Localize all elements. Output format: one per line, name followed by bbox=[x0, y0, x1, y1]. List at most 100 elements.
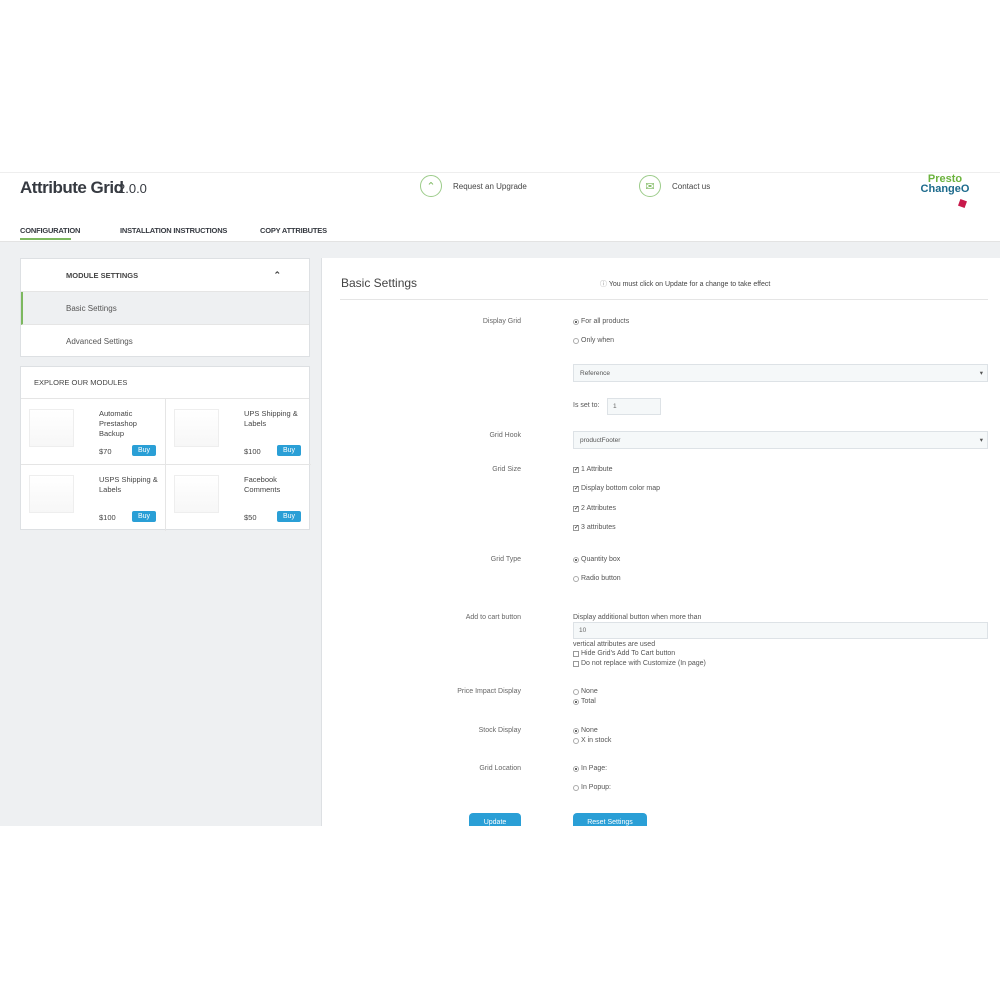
grid-size-checkbox[interactable]: ✓ Display bottom color map bbox=[573, 485, 660, 492]
checkbox-icon[interactable]: ✓ bbox=[573, 466, 579, 473]
add-to-cart-after-text: vertical attributes are used bbox=[573, 641, 656, 648]
buy-button[interactable]: Buy bbox=[277, 511, 301, 522]
condition-field-select[interactable]: Reference ▾ bbox=[573, 364, 988, 382]
tab-configuration[interactable]: CONFIGURATION bbox=[20, 226, 80, 235]
sidebar-item-basic-settings[interactable]: Basic Settings bbox=[21, 292, 309, 325]
divider bbox=[340, 299, 988, 300]
stock-display-radio[interactable]: X in stock bbox=[573, 737, 611, 744]
notice-text: You must click on Update for a change to… bbox=[608, 281, 771, 288]
presto-changeo-logo: Presto ChangeO bbox=[918, 174, 972, 208]
module-card[interactable]: Automatic Prestashop Backup $70 Buy bbox=[21, 399, 166, 465]
checkbox-icon[interactable]: ✓ bbox=[573, 505, 579, 512]
is-set-to-input[interactable]: 1 bbox=[607, 398, 661, 415]
grid-type-radio[interactable]: Radio button bbox=[573, 575, 621, 582]
option-label: In Popup: bbox=[581, 784, 611, 791]
option-label: Total bbox=[581, 698, 596, 705]
sidebar-item-label: Advanced Settings bbox=[66, 337, 133, 346]
grid-location-radio[interactable]: In Page: bbox=[573, 765, 607, 772]
grid-size-label: Grid Size bbox=[492, 466, 521, 473]
option-label: For all products bbox=[581, 318, 630, 325]
add-to-cart-checkbox[interactable]: Hide Grid's Add To Cart button bbox=[573, 650, 675, 657]
radio-icon[interactable] bbox=[573, 737, 579, 744]
module-settings-title: MODULE SETTINGS bbox=[66, 270, 139, 280]
add-to-cart-label: Add to cart button bbox=[465, 614, 521, 621]
display-grid-radio[interactable]: Only when bbox=[573, 337, 614, 344]
radio-icon[interactable] bbox=[573, 688, 579, 695]
reset-settings-button[interactable]: Reset Settings bbox=[573, 813, 647, 826]
radio-icon[interactable] bbox=[573, 765, 579, 772]
option-label: In Page: bbox=[581, 765, 608, 772]
module-price: $70 bbox=[99, 447, 112, 456]
checkbox-icon[interactable] bbox=[573, 650, 579, 657]
buy-button[interactable]: Buy bbox=[132, 445, 156, 456]
option-label: Radio button bbox=[581, 575, 621, 582]
grid-size-checkbox[interactable]: ✓ 2 Attributes bbox=[573, 505, 616, 512]
vertical-attributes-threshold-input[interactable]: 10 bbox=[573, 622, 988, 639]
price-impact-radio[interactable]: None bbox=[573, 688, 598, 695]
explore-title: EXPLORE OUR MODULES bbox=[21, 367, 309, 399]
caret-down-icon: ▾ bbox=[979, 370, 983, 377]
add-to-cart-checkbox[interactable]: Do not replace with Customize (In page) bbox=[573, 660, 706, 667]
module-name: Facebook Comments bbox=[244, 475, 281, 494]
grid-type-radio[interactable]: Quantity box bbox=[573, 556, 620, 563]
contact-link[interactable]: Contact us bbox=[672, 182, 710, 191]
price-impact-label: Price Impact Display bbox=[457, 688, 521, 695]
grid-type-label: Grid Type bbox=[490, 556, 521, 563]
request-upgrade-link[interactable]: Request an Upgrade bbox=[453, 182, 527, 191]
checkbox-icon[interactable]: ✓ bbox=[573, 524, 579, 531]
update-button[interactable]: Update bbox=[469, 813, 521, 826]
radio-icon[interactable] bbox=[573, 556, 579, 563]
module-card[interactable]: Facebook Comments $50 Buy bbox=[166, 465, 311, 531]
radio-icon[interactable] bbox=[573, 318, 579, 325]
page-title: Attribute Grid bbox=[20, 178, 124, 197]
module-name: Automatic Prestashop Backup bbox=[99, 409, 137, 438]
buy-button[interactable]: Buy bbox=[277, 445, 301, 456]
sidebar-item-label: Basic Settings bbox=[66, 303, 117, 313]
option-label: Quantity box bbox=[581, 556, 621, 563]
module-card[interactable]: UPS Shipping & Labels $100 Buy bbox=[166, 399, 311, 465]
grid-size-checkbox[interactable]: ✓ 3 attributes bbox=[573, 524, 616, 531]
mail-icon[interactable]: ✉ bbox=[639, 175, 661, 197]
option-label: 2 Attributes bbox=[581, 505, 617, 512]
module-name: UPS Shipping & Labels bbox=[244, 409, 298, 428]
buy-button[interactable]: Buy bbox=[132, 511, 156, 522]
module-settings-header[interactable]: MODULE SETTINGS ⌃ bbox=[21, 259, 309, 292]
radio-icon[interactable] bbox=[573, 575, 579, 582]
tab-installation-instructions[interactable]: INSTALLATION INSTRUCTIONS bbox=[120, 226, 227, 235]
option-label: X in stock bbox=[581, 737, 612, 744]
radio-icon[interactable] bbox=[573, 727, 579, 734]
radio-icon[interactable] bbox=[573, 698, 579, 705]
radio-icon[interactable] bbox=[573, 784, 579, 791]
version: 2.0.0 bbox=[118, 181, 147, 196]
explore-modules-card: EXPLORE OUR MODULES Automatic Prestashop… bbox=[20, 366, 311, 531]
module-thumbnail bbox=[174, 409, 219, 447]
module-price: $50 bbox=[244, 513, 257, 522]
option-label: Do not replace with Customize (In page) bbox=[581, 660, 706, 667]
checkbox-icon[interactable]: ✓ bbox=[573, 485, 579, 492]
checkbox-icon[interactable] bbox=[573, 660, 579, 667]
sidebar-item-advanced-settings[interactable]: Advanced Settings bbox=[21, 325, 309, 358]
section-title: Basic Settings bbox=[341, 276, 418, 290]
display-grid-label: Display Grid bbox=[482, 318, 521, 325]
price-impact-radio[interactable]: Total bbox=[573, 698, 596, 705]
display-grid-radio[interactable]: For all products bbox=[573, 318, 629, 325]
grid-hook-select[interactable]: productFooter ▾ bbox=[573, 431, 988, 449]
tab-copy-attributes[interactable]: COPY ATTRIBUTES bbox=[260, 226, 327, 235]
grid-location-radio[interactable]: In Popup: bbox=[573, 784, 611, 791]
module-settings-card: MODULE SETTINGS ⌃ Basic Settings Advance… bbox=[20, 258, 310, 357]
chevron-up-icon[interactable]: ⌃ bbox=[273, 270, 281, 281]
is-set-to-label: Is set to: bbox=[573, 402, 600, 409]
option-label: Only when bbox=[581, 337, 615, 344]
module-card[interactable]: USPS Shipping & Labels $100 Buy bbox=[21, 465, 166, 531]
option-label: None bbox=[581, 688, 598, 695]
radio-icon[interactable] bbox=[573, 337, 579, 344]
module-price: $100 bbox=[99, 513, 116, 522]
upgrade-icon[interactable]: ⌃ bbox=[420, 175, 442, 197]
stock-display-radio[interactable]: None bbox=[573, 727, 598, 734]
module-thumbnail bbox=[29, 409, 74, 447]
option-label: None bbox=[581, 727, 598, 734]
module-price: $100 bbox=[244, 447, 261, 456]
grid-location-label: Grid Location bbox=[479, 765, 521, 772]
grid-size-checkbox[interactable]: ✓ 1 Attribute bbox=[573, 466, 613, 473]
caret-down-icon: ▾ bbox=[979, 437, 983, 444]
